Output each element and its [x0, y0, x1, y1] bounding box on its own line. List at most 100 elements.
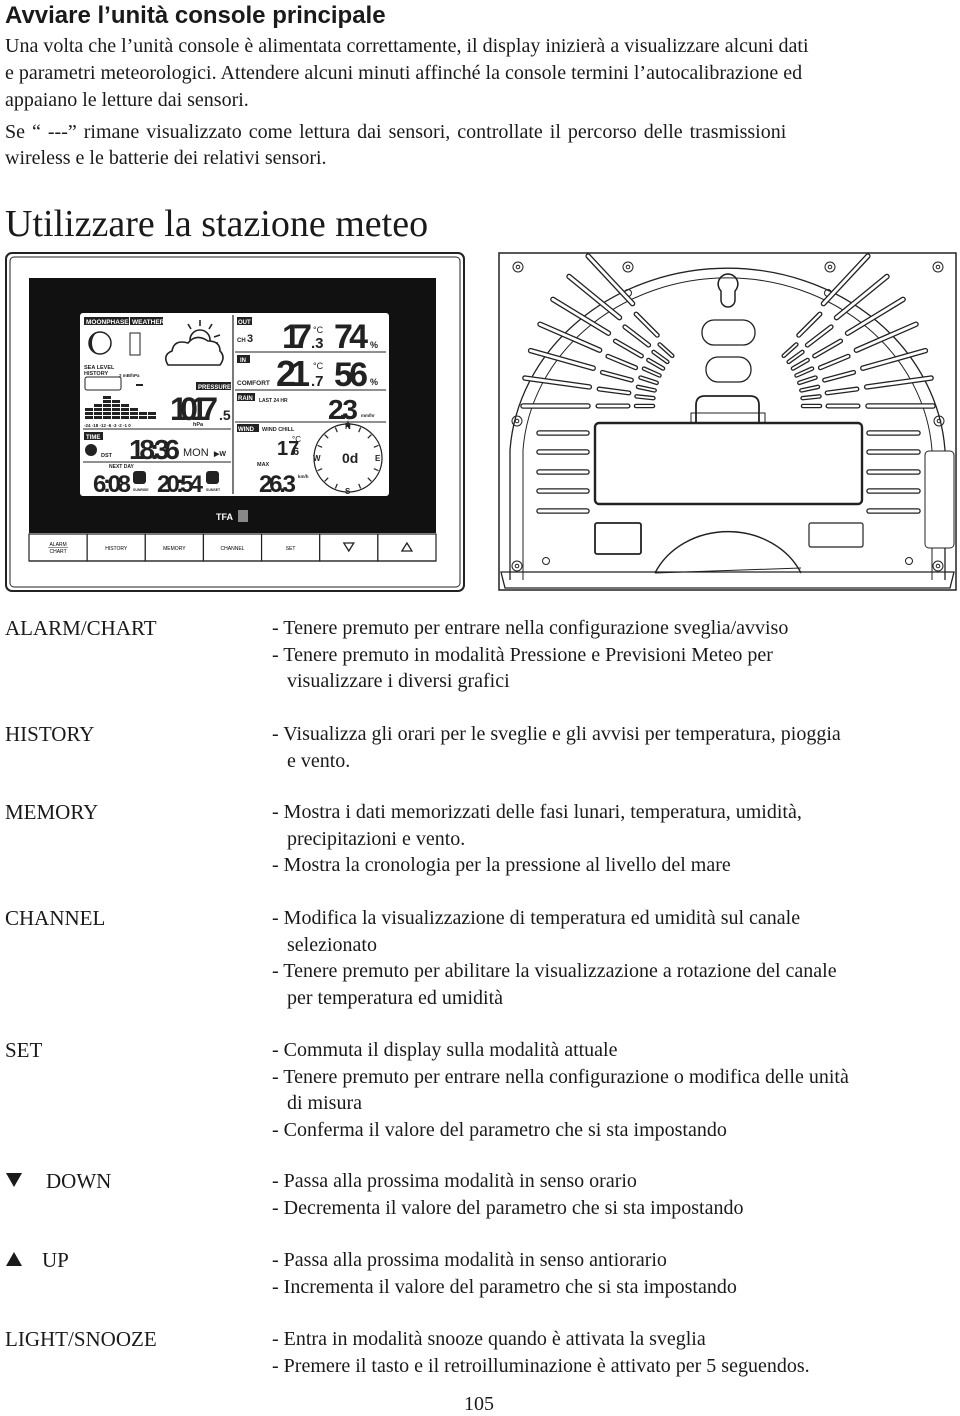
lcd-unit-c: °C: [313, 325, 324, 335]
pressure-bar-segment: [94, 408, 102, 411]
function-description-line: - Tenere premuto in modalità Pressione e…: [272, 643, 773, 666]
button-label-chart: CHART: [50, 549, 67, 555]
pressure-bar-segment: [85, 412, 93, 415]
lcd-out-humidity: 74: [334, 318, 368, 356]
function-label: SET: [5, 1038, 43, 1062]
triangle-down-icon: [6, 1173, 22, 1187]
console-front-illustration: MOONPHASE WEATHER SEA LEVEL HISTORY 2 mB…: [5, 252, 465, 592]
lcd-weekday-indicator: ▶W: [213, 451, 226, 458]
button-label: CHANNEL: [221, 546, 245, 552]
tfa-logo: TFA: [216, 512, 233, 522]
lcd-wind-unit: km/h: [298, 474, 309, 479]
lcd-weather-label: WEATHER: [132, 319, 165, 326]
function-description-line: selezionato: [287, 933, 377, 956]
pressure-bar-segment: [130, 412, 138, 415]
page-number: 105: [464, 1393, 494, 1415]
pressure-bar-segment: [112, 408, 120, 411]
pressure-bar-segment: [130, 408, 138, 411]
button-label: SET: [286, 546, 296, 552]
function-description-line: - Mostra la cronologia per la pressione …: [272, 854, 731, 876]
lcd-channel-label: CH: [237, 338, 246, 344]
lcd-max-label: MAX: [257, 462, 270, 468]
compass-n: N: [345, 422, 351, 431]
lcd-time-label: TIME: [86, 435, 100, 441]
lcd-pressure-unit: hPa: [193, 422, 204, 428]
paragraph-line: e parametri meteorologici. Attendere alc…: [5, 62, 803, 84]
pressure-bar-segment: [112, 400, 120, 403]
pressure-bar-segment: [85, 416, 93, 419]
function-description-line: di misura: [287, 1092, 362, 1114]
function-label: LIGHT/SNOOZE: [5, 1327, 157, 1351]
pressure-bar-segment: [148, 412, 156, 415]
lcd-pressure-decimal: .5: [219, 407, 231, 423]
console-button-0[interactable]: ALARMCHART: [28, 533, 88, 562]
lcd-wind-direction: 0d: [342, 450, 358, 466]
console-button-4[interactable]: SET: [260, 533, 321, 562]
pressure-bar-segment: [121, 416, 129, 419]
function-label: ALARM/CHART: [5, 616, 157, 640]
lcd-sunrise-time: 6:08: [93, 471, 131, 498]
button-label-alarm: ALARM: [49, 542, 66, 548]
function-description-line: per temperatura ed umidità: [287, 986, 504, 1009]
function-label: UP: [42, 1248, 69, 1272]
lcd-comfort-label: COMFORT: [237, 380, 270, 387]
lcd-next-day-label: NEXT DAY: [109, 464, 134, 470]
function-label: DOWN: [46, 1169, 112, 1193]
console-button-1[interactable]: HISTORY: [86, 533, 146, 562]
pressure-bar-segment: [103, 396, 111, 399]
lcd-in-temp-decimal: .7: [311, 373, 324, 390]
console-button-6[interactable]: [377, 533, 437, 562]
pressure-bar-segment: [112, 416, 120, 419]
compass-s: S: [345, 487, 351, 496]
paragraph-line: wireless e le batterie dei relativi sens…: [5, 147, 327, 169]
button-label: HISTORY: [105, 546, 128, 552]
function-description-line: - Commuta il display sulla modalità attu…: [272, 1039, 618, 1061]
function-description-line: precipitazioni e vento.: [287, 827, 466, 850]
function-description-line: - Entra in modalità snooze quando è atti…: [272, 1328, 706, 1350]
lcd-unit-pct: %: [370, 340, 378, 350]
function-label: MEMORY: [5, 800, 99, 824]
lcd-out-temp-decimal: .3: [311, 335, 324, 352]
paragraph-line: Se “ ---” rimane visualizzato come lettu…: [5, 121, 787, 143]
function-description-line: - Conferma il valore del parametro che s…: [272, 1118, 727, 1141]
function-description-line: - Premere il tasto e il retroilluminazio…: [272, 1354, 810, 1377]
lcd-in-label: IN: [240, 358, 246, 364]
button-label: MEMORY: [163, 546, 186, 552]
pressure-bar-segment: [103, 404, 111, 407]
pressure-bar-segment: [112, 412, 120, 415]
lcd-bar-ticks: -24 -18 -12 -6 -3 -2 -1 0: [84, 423, 131, 428]
function-description-line: - Passa alla prossima modalità in senso …: [272, 1170, 637, 1192]
lcd-channel-number: 3: [247, 333, 253, 345]
pressure-bar-segment: [121, 404, 129, 407]
pressure-bar-segment: [139, 412, 147, 415]
function-description-line: - Passa alla prossima modalità in senso …: [272, 1249, 667, 1271]
lcd-sunrise-label: SUNRISE: [133, 488, 149, 492]
lcd-scale-label: 2 mB/hPa: [119, 373, 140, 378]
lcd-moonphase-label: MOONPHASE: [86, 319, 129, 326]
console-button-5[interactable]: [319, 533, 379, 562]
pressure-bar-segment: [121, 412, 129, 415]
function-description-line: - Tenere premuto per entrare nella confi…: [272, 617, 789, 639]
lcd-wind-chill-label: WIND CHILL: [262, 427, 295, 433]
lcd-rain-unit: mm/hr: [361, 413, 375, 418]
compass-e: E: [375, 454, 381, 463]
sunset-icon: [206, 471, 219, 484]
function-description-line: - Decrementa il valore del parametro che…: [272, 1196, 744, 1219]
lcd-rain-label: RAIN: [238, 396, 253, 402]
paragraph-line: appaiano le letture dai sensori.: [5, 89, 249, 111]
lcd-in-temp: 21: [276, 353, 310, 394]
console-button-3[interactable]: CHANNEL: [202, 533, 263, 562]
function-label: HISTORY: [5, 722, 95, 746]
function-description-line: e vento.: [287, 749, 351, 772]
paragraph-line: Una volta che l’unità console è alimenta…: [5, 35, 809, 57]
pressure-bar-segment: [94, 404, 102, 407]
pressure-bar-segment: [94, 416, 102, 419]
sunrise-icon: [133, 471, 146, 484]
console-button-2[interactable]: MEMORY: [144, 533, 205, 562]
lcd-rain-value: 2.3: [328, 394, 358, 425]
pressure-bar-segment: [94, 412, 102, 415]
lcd-max-wind: 26.3: [259, 471, 296, 498]
pressure-bar-segment: [103, 416, 111, 419]
section-title-use-station: Utilizzare la stazione meteo: [5, 203, 429, 245]
function-description-line: visualizzare i diversi grafici: [287, 670, 510, 692]
